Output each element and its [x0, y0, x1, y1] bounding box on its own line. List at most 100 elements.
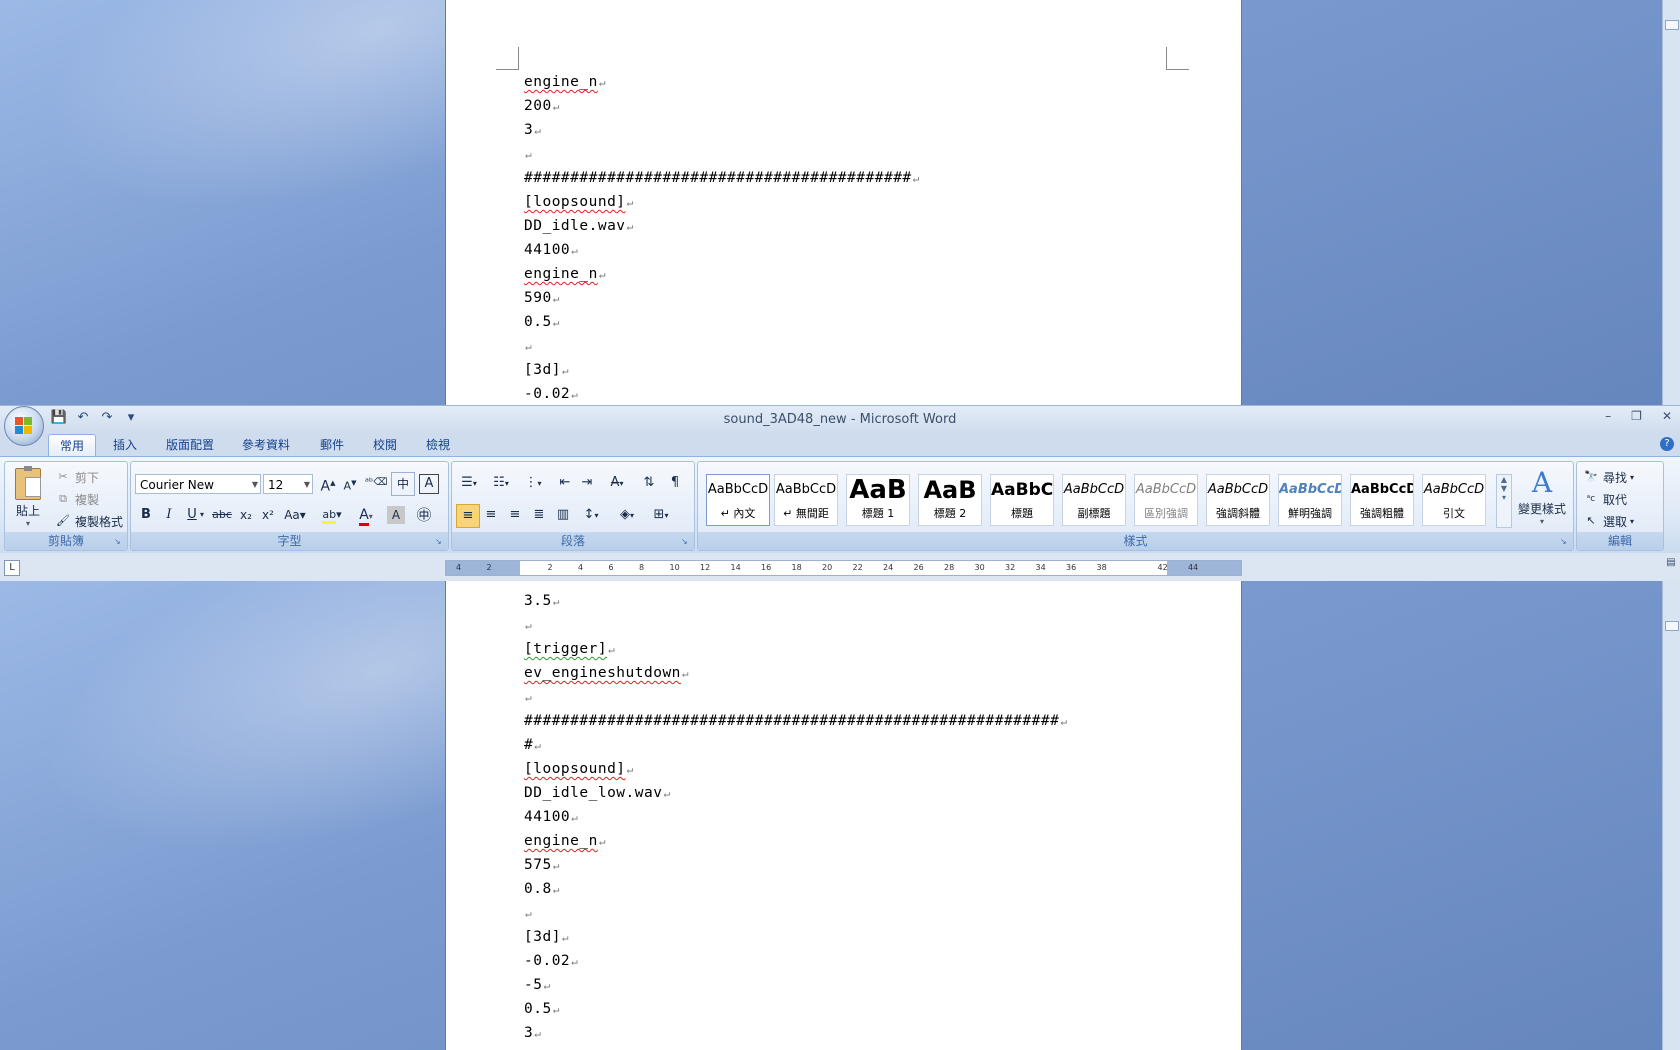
justify-icon[interactable]: ≣: [528, 504, 550, 526]
italic-icon[interactable]: I: [158, 504, 180, 526]
document-line[interactable]: [trigger]↵: [524, 637, 1067, 661]
increase-indent-icon[interactable]: ⇥: [576, 472, 598, 494]
undo-icon[interactable]: ↶: [74, 409, 92, 427]
document-line[interactable]: 44100↵: [524, 238, 920, 262]
vertical-scrollbar-top[interactable]: [1662, 0, 1680, 405]
tab-home[interactable]: 常用: [48, 434, 96, 457]
document-line[interactable]: DD_idle_low.wav↵: [524, 781, 1067, 805]
document-line[interactable]: ↵: [524, 334, 920, 358]
scroll-thumb[interactable]: [1665, 621, 1679, 631]
document-text-bottom[interactable]: 3.5↵ ↵ [trigger]↵ ev_engineshutdown↵ ↵ ######…: [524, 589, 1067, 1045]
font-name-combo[interactable]: Courier New ▼: [135, 474, 261, 494]
style-emphasis[interactable]: AaBbCcD 強調斜體: [1206, 474, 1270, 526]
style-quote[interactable]: AaBbCcD 引文: [1422, 474, 1486, 526]
show-marks-icon[interactable]: ¶: [664, 472, 686, 494]
dialog-launcher-icon[interactable]: ↘: [1560, 537, 1570, 547]
document-line[interactable]: DD_idle.wav↵: [524, 214, 920, 238]
asian-layout-icon[interactable]: A̶▾: [602, 472, 632, 494]
line-spacing-icon[interactable]: ↕▾: [576, 504, 606, 526]
document-line[interactable]: 3.5↵: [524, 589, 1067, 613]
decrease-indent-icon[interactable]: ⇤: [554, 472, 576, 494]
document-line[interactable]: -0.02↵: [524, 382, 920, 405]
format-painter-button[interactable]: 🖌 複製格式: [55, 510, 123, 532]
document-line[interactable]: 3↵: [524, 1021, 1067, 1045]
style-strong[interactable]: AaBbCcD 強調粗體: [1350, 474, 1414, 526]
distributed-icon[interactable]: ▥: [552, 504, 574, 526]
close-button[interactable]: ✕: [1662, 409, 1672, 423]
document-line[interactable]: 3↵: [524, 118, 920, 142]
maximize-button[interactable]: ❐: [1631, 409, 1642, 423]
dialog-launcher-icon[interactable]: ↘: [114, 537, 124, 547]
style-gallery-scroll[interactable]: ▲ ▼ ▾: [1496, 474, 1512, 528]
tab-page-layout[interactable]: 版面配置: [160, 434, 220, 456]
document-line[interactable]: engine_n↵: [524, 70, 920, 94]
superscript-icon[interactable]: x²: [257, 504, 279, 526]
dialog-launcher-icon[interactable]: ↘: [681, 537, 691, 547]
grow-font-icon[interactable]: A▲: [317, 472, 339, 495]
style-subtitle[interactable]: AaBbCcD 副標題: [1062, 474, 1126, 526]
document-line[interactable]: 0.5↵: [524, 310, 920, 334]
style-no-spacing[interactable]: AaBbCcD ↵ 無間距: [774, 474, 838, 526]
document-line[interactable]: 44100↵: [524, 805, 1067, 829]
minimize-button[interactable]: –: [1605, 409, 1611, 423]
subscript-icon[interactable]: x₂: [235, 504, 257, 526]
phonetic-guide-icon[interactable]: 中: [391, 472, 415, 496]
bold-icon[interactable]: B: [135, 504, 157, 526]
document-line[interactable]: 0.5↵: [524, 997, 1067, 1021]
replace-button[interactable]: ᵃc 取代: [1583, 488, 1627, 510]
tab-references[interactable]: 參考資料: [236, 434, 296, 456]
paste-button[interactable]: 貼上 ▾: [11, 466, 45, 528]
style-intense-emphasis[interactable]: AaBbCcD 鮮明強調: [1278, 474, 1342, 526]
document-line[interactable]: 200↵: [524, 94, 920, 118]
character-shading-icon[interactable]: A: [387, 506, 405, 524]
document-line[interactable]: 575↵: [524, 853, 1067, 877]
sort-icon[interactable]: ⇅: [638, 472, 660, 494]
find-button[interactable]: 🔭 尋找 ▾: [1583, 466, 1634, 488]
select-button[interactable]: ↖ 選取 ▾: [1583, 510, 1634, 532]
document-pane-bottom[interactable]: 3.5↵ ↵ [trigger]↵ ev_engineshutdown↵ ↵ ######…: [0, 581, 1680, 1050]
document-line[interactable]: ↵: [524, 685, 1067, 709]
style-title[interactable]: AaBbC 標題: [990, 474, 1054, 526]
document-line[interactable]: [loopsound]↵: [524, 757, 1067, 781]
document-line[interactable]: -5↵: [524, 973, 1067, 997]
save-icon[interactable]: 💾: [50, 409, 68, 427]
change-styles-button[interactable]: A 變更樣式 ▾: [1516, 466, 1568, 528]
tab-insert[interactable]: 插入: [104, 434, 146, 456]
document-line[interactable]: 0.8↵: [524, 877, 1067, 901]
scroll-thumb[interactable]: [1665, 20, 1679, 30]
tab-mailings[interactable]: 郵件: [312, 434, 352, 456]
shrink-font-icon[interactable]: A▼: [339, 472, 361, 494]
document-line[interactable]: ########################################…: [524, 709, 1067, 733]
tab-selector-icon[interactable]: L: [4, 560, 20, 576]
document-line[interactable]: ev_engineshutdown↵: [524, 661, 1067, 685]
clear-format-icon[interactable]: ᵃᵇ⌫: [365, 472, 387, 494]
customize-qat-icon[interactable]: ▾: [122, 409, 140, 427]
highlight-icon[interactable]: ab▾: [317, 504, 347, 526]
office-button[interactable]: [4, 406, 44, 446]
document-line[interactable]: [loopsound]↵: [524, 190, 920, 214]
change-case-icon[interactable]: Aa▾: [281, 504, 309, 526]
document-page-bottom[interactable]: 3.5↵ ↵ [trigger]↵ ev_engineshutdown↵ ↵ ######…: [445, 581, 1242, 1050]
multilevel-list-icon[interactable]: ⋮▾: [518, 472, 548, 494]
style-normal[interactable]: AaBbCcD ↵ 內文: [706, 474, 770, 526]
underline-dropdown-icon[interactable]: ▾: [197, 504, 207, 526]
style-heading-1[interactable]: AaB 標題 1: [846, 474, 910, 526]
tab-review[interactable]: 校閱: [365, 434, 405, 456]
document-line[interactable]: engine_n↵: [524, 262, 920, 286]
document-line[interactable]: [3d]↵: [524, 358, 920, 382]
document-line[interactable]: ↵: [524, 901, 1067, 925]
document-page-top[interactable]: engine_n↵ 200↵ 3↵ ↵ ########################…: [445, 0, 1242, 405]
document-line[interactable]: engine_n↵: [524, 829, 1067, 853]
borders-icon[interactable]: ⊞▾: [646, 504, 676, 526]
strikethrough-icon[interactable]: abc: [211, 504, 233, 526]
document-line[interactable]: ↵: [524, 142, 920, 166]
cut-button[interactable]: ✂ 剪下: [55, 466, 99, 488]
style-heading-2[interactable]: AaB 標題 2: [918, 474, 982, 526]
document-line[interactable]: [3d]↵: [524, 925, 1067, 949]
document-line[interactable]: ↵: [524, 613, 1067, 637]
document-pane-top[interactable]: engine_n↵ 200↵ 3↵ ↵ ########################…: [0, 0, 1680, 405]
document-line[interactable]: #↵: [524, 733, 1067, 757]
enclose-characters-icon[interactable]: ㊥: [413, 504, 435, 526]
align-center-icon[interactable]: ≡: [480, 504, 502, 526]
redo-icon[interactable]: ↷: [98, 409, 116, 427]
